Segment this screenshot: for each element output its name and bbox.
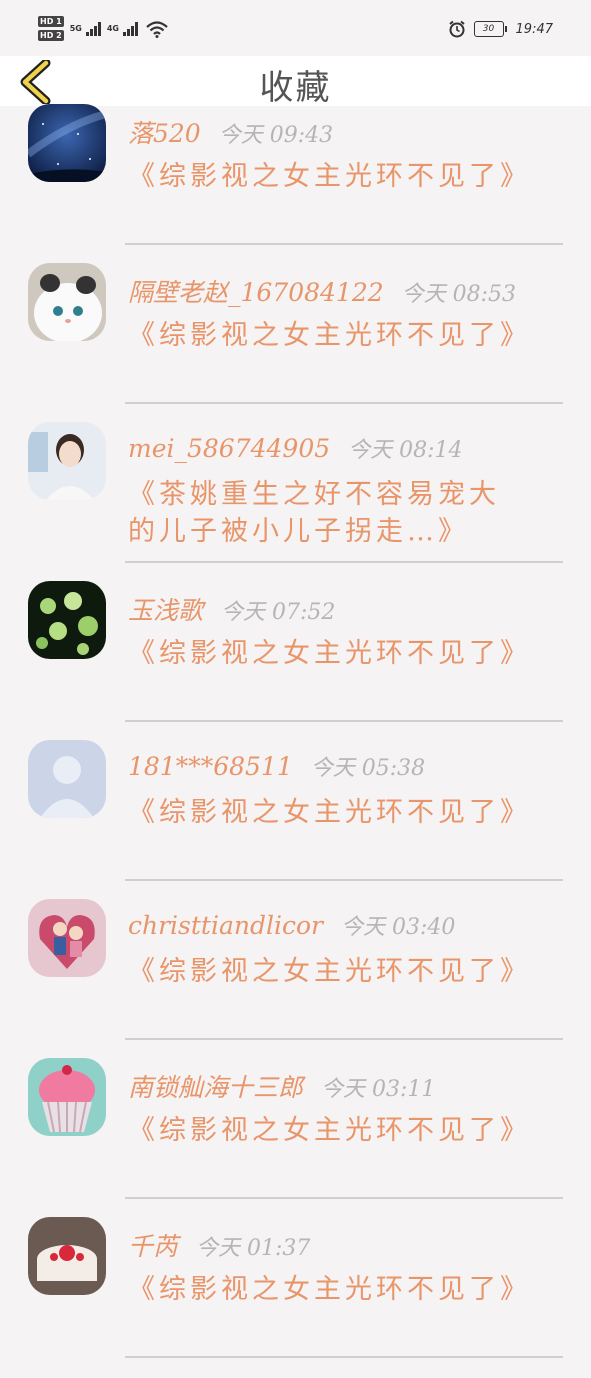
book-title[interactable]: 《综影视之女主光环不见了》 <box>128 317 528 354</box>
item-meta: 千芮 今天 01:37 <box>128 1227 310 1263</box>
battery-icon: 30 <box>473 21 507 37</box>
user-name: 千芮 <box>128 1232 179 1261</box>
clock: 19:47 <box>515 21 553 37</box>
divider <box>125 243 563 245</box>
alarm-icon <box>448 20 465 38</box>
status-bar: HD 1 HD 2 5G 4G 30 19:47 <box>0 0 591 56</box>
header: 收藏 <box>0 56 591 108</box>
user-name: 181***68511 <box>128 752 293 781</box>
timestamp: 今天 09:43 <box>218 123 334 148</box>
user-name: 玉浅歌 <box>128 596 204 625</box>
wifi-icon <box>146 20 168 38</box>
divider <box>125 720 563 722</box>
timestamp: 今天 03:40 <box>340 915 456 940</box>
avatar[interactable] <box>28 422 106 500</box>
book-title[interactable]: 《综影视之女主光环不见了》 <box>128 158 528 195</box>
book-title[interactable]: 《综影视之女主光环不见了》 <box>128 953 528 990</box>
favorites-list: 落520 今天 09:43 《综影视之女主光环不见了》 隔壁老赵_1670841… <box>0 104 591 1378</box>
avatar[interactable] <box>28 1058 106 1136</box>
avatar[interactable] <box>28 104 106 182</box>
signal-icon <box>85 21 101 36</box>
list-item[interactable]: 南锁舢海十三郎 今天 03:11 《综影视之女主光环不见了》 <box>0 1058 591 1219</box>
sim1-badge: HD 1 <box>38 16 64 27</box>
divider <box>125 1197 563 1199</box>
timestamp: 今天 08:53 <box>401 282 517 307</box>
book-title[interactable]: 《茶姚重生之好不容易宠大的儿子被小儿子拐走…》 <box>128 476 528 550</box>
item-meta: 落520 今天 09:43 <box>128 114 333 150</box>
divider <box>125 1356 563 1358</box>
list-item[interactable]: 玉浅歌 今天 07:52 《综影视之女主光环不见了》 <box>0 581 591 742</box>
user-name: 南锁舢海十三郎 <box>128 1073 304 1102</box>
timestamp: 今天 03:11 <box>321 1077 436 1102</box>
timestamp: 今天 08:14 <box>348 438 463 463</box>
book-title[interactable]: 《综影视之女主光环不见了》 <box>128 1271 528 1308</box>
user-name: mei_586744905 <box>128 434 331 463</box>
avatar[interactable] <box>28 1217 106 1295</box>
book-title[interactable]: 《综影视之女主光环不见了》 <box>128 1112 528 1149</box>
avatar[interactable] <box>28 581 106 659</box>
divider <box>125 879 563 881</box>
timestamp: 今天 01:37 <box>196 1236 311 1261</box>
timestamp: 今天 05:38 <box>310 756 426 781</box>
item-meta: christtiandlicor 今天 03:40 <box>128 909 455 941</box>
divider <box>125 402 563 404</box>
list-item[interactable]: mei_586744905 今天 08:14 《茶姚重生之好不容易宠大的儿子被小… <box>0 422 591 583</box>
user-name: christtiandlicor <box>128 911 323 940</box>
list-item[interactable]: christtiandlicor 今天 03:40 《综影视之女主光环不见了》 <box>0 899 591 1060</box>
book-title[interactable]: 《综影视之女主光环不见了》 <box>128 635 528 672</box>
user-name: 落520 <box>128 119 201 148</box>
item-meta: 玉浅歌 今天 07:52 <box>128 591 335 627</box>
sim2-badge: HD 2 <box>38 30 64 41</box>
list-item[interactable]: 千芮 今天 01:37 《综影视之女主光环不见了》 <box>0 1217 591 1378</box>
timestamp: 今天 07:52 <box>221 600 336 625</box>
divider <box>125 561 563 563</box>
list-item[interactable]: 181***68511 今天 05:38 《综影视之女主光环不见了》 <box>0 740 591 901</box>
item-meta: 隔壁老赵_167084122 今天 08:53 <box>128 273 516 309</box>
book-title[interactable]: 《综影视之女主光环不见了》 <box>128 794 528 831</box>
item-meta: 181***68511 今天 05:38 <box>128 750 425 782</box>
avatar[interactable] <box>28 899 106 977</box>
divider <box>125 1038 563 1040</box>
item-meta: mei_586744905 今天 08:14 <box>128 432 463 464</box>
avatar[interactable] <box>28 740 106 818</box>
status-left: HD 1 HD 2 5G 4G <box>38 16 168 41</box>
network-type-2: 4G <box>106 24 119 33</box>
network-type-1: 5G <box>69 24 82 33</box>
user-name: 隔壁老赵_167084122 <box>128 278 384 307</box>
list-item[interactable]: 隔壁老赵_167084122 今天 08:53 《综影视之女主光环不见了》 <box>0 263 591 424</box>
item-meta: 南锁舢海十三郎 今天 03:11 <box>128 1068 435 1104</box>
page-title: 收藏 <box>259 68 332 108</box>
signal-icon-2 <box>122 21 138 36</box>
status-right: 30 19:47 <box>448 20 553 38</box>
avatar[interactable] <box>28 263 106 341</box>
list-item[interactable]: 落520 今天 09:43 《综影视之女主光环不见了》 <box>0 104 591 265</box>
